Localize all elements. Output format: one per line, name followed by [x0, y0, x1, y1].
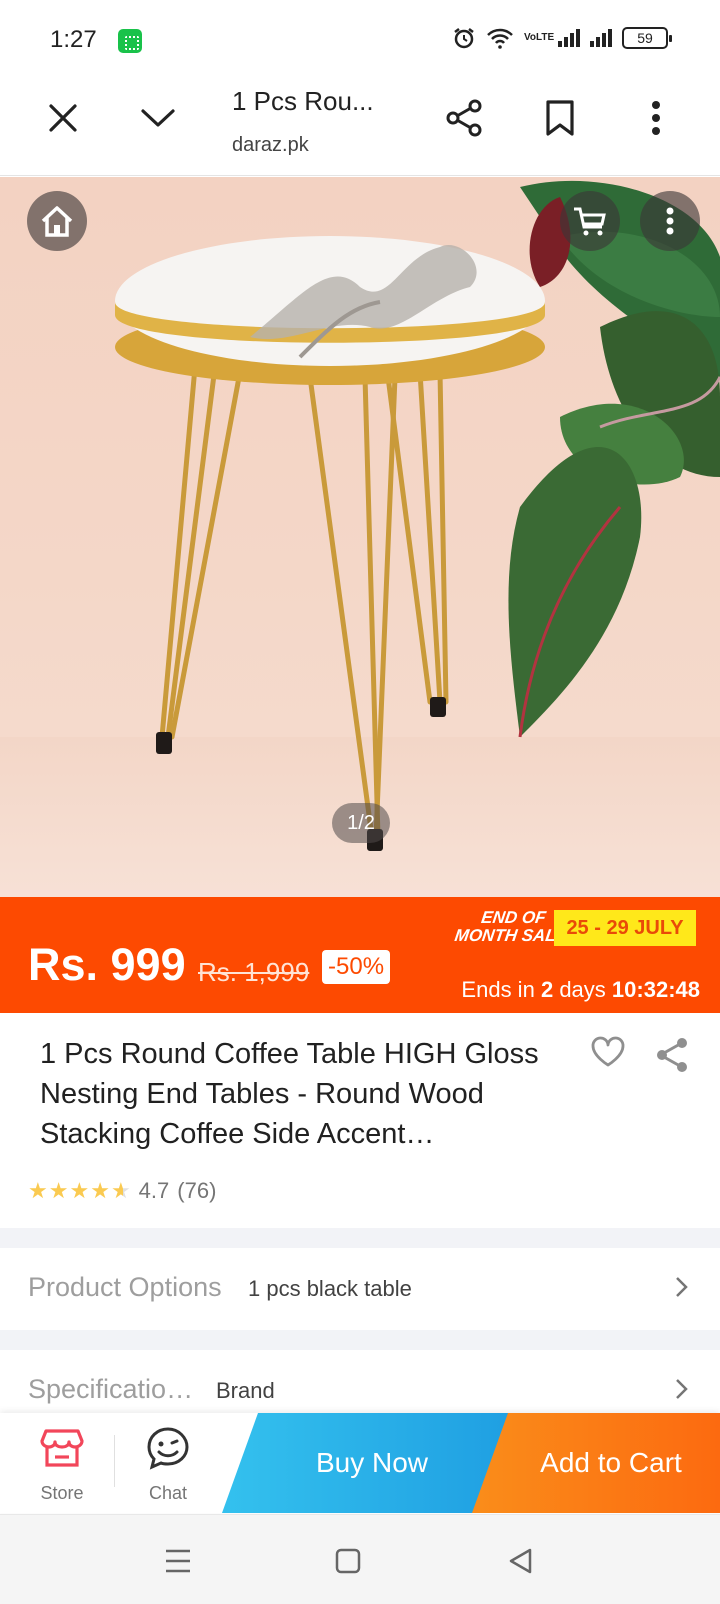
product-photo — [115, 180, 720, 851]
product-rating[interactable]: ★ ★ ★ ★ ★ 4.7 (76) — [28, 1178, 216, 1204]
cart-button[interactable] — [560, 191, 620, 251]
store-icon — [40, 1429, 84, 1467]
product-share-button[interactable] — [654, 1036, 690, 1079]
signal-2-icon — [590, 29, 612, 47]
chevron-right-icon — [674, 1376, 690, 1407]
add-to-cart-button[interactable]: Add to Cart — [472, 1413, 720, 1513]
status-bar: 1:27 VoLTE 59 — [0, 0, 720, 80]
battery-level: 59 — [637, 30, 653, 46]
share-button[interactable] — [436, 90, 492, 146]
share-icon — [657, 1038, 687, 1072]
buy-now-button[interactable]: Buy Now — [222, 1413, 512, 1513]
price-banner: END OF MONTH SALE 25 - 29 JULY Rs. 999 R… — [0, 897, 720, 1013]
square-icon — [335, 1548, 361, 1574]
bookmark-icon — [546, 100, 574, 136]
leg-feet — [156, 697, 446, 851]
cart-icon — [574, 207, 606, 236]
volte-icon: VoLTE — [524, 32, 555, 43]
specifications-value: Brand — [216, 1378, 275, 1403]
review-count: (76) — [177, 1178, 217, 1203]
share-icon — [446, 99, 482, 137]
plant-leaves — [508, 180, 720, 738]
more-vertical-icon — [652, 101, 660, 135]
product-title: 1 Pcs Round Coffee Table HIGH Gloss Nest… — [40, 1038, 539, 1150]
product-options-row[interactable]: Product Options 1 pcs black table — [0, 1248, 720, 1330]
chat-label: Chat — [148, 1483, 188, 1503]
rating-score: 4.7 — [138, 1178, 170, 1203]
specifications-label: Specificatio… — [28, 1374, 194, 1404]
image-pager: 1/2 — [332, 803, 390, 843]
page-title: 1 Pcs Rou... — [232, 86, 374, 116]
minimize-button[interactable] — [130, 90, 186, 146]
section-divider — [0, 1228, 720, 1248]
current-price: Rs. 999 — [28, 939, 186, 990]
status-time: 1:27 — [50, 26, 97, 53]
image-more-button[interactable] — [640, 191, 700, 251]
page-url: daraz.pk — [232, 134, 309, 156]
chevron-down-icon — [141, 109, 175, 127]
chevron-right-icon — [674, 1274, 690, 1305]
close-icon — [49, 104, 77, 132]
app-notification-icon — [118, 29, 142, 53]
star-icon: ★ — [28, 1178, 48, 1203]
product-actions — [590, 1036, 690, 1079]
chat-button[interactable]: Chat — [120, 1413, 216, 1513]
more-vertical-icon — [666, 207, 674, 235]
back-triangle-icon — [509, 1548, 532, 1574]
countdown-days: 2 — [540, 977, 554, 1002]
store-button[interactable]: Store — [14, 1413, 110, 1513]
wifi-icon — [487, 28, 513, 49]
chat-icon — [147, 1427, 189, 1470]
table-legs — [159, 364, 449, 840]
product-options-label: Product Options — [28, 1272, 222, 1302]
back-nav-button[interactable] — [496, 1537, 544, 1585]
star-icon: ★ — [48, 1178, 69, 1203]
campaign-line-2: MONTH SALE — [453, 926, 569, 945]
status-icons: VoLTE 59 — [452, 26, 672, 50]
rating-stars: ★ ★ ★ ★ ★ — [28, 1180, 131, 1202]
more-button[interactable] — [628, 90, 684, 146]
countdown-days-label: days — [559, 977, 606, 1002]
sale-countdown: Ends in 2 days 10:32:48 — [461, 977, 700, 1003]
action-divider — [114, 1435, 115, 1487]
campaign-dates: 25 - 29 JULY — [554, 910, 696, 946]
original-price: Rs. 1,999 — [198, 957, 310, 987]
countdown-time: 10:32:48 — [611, 977, 700, 1002]
alarm-icon — [454, 28, 474, 49]
product-options-value: 1 pcs black table — [248, 1276, 412, 1301]
discount-badge: -50% — [322, 950, 391, 984]
system-nav-bar — [0, 1514, 720, 1604]
wishlist-button[interactable] — [590, 1036, 626, 1079]
star-icon: ★ — [69, 1178, 90, 1203]
signal-1-icon — [558, 29, 580, 47]
product-image-gallery[interactable]: 1/2 — [0, 177, 720, 897]
close-button[interactable] — [35, 90, 91, 146]
home-button[interactable] — [27, 191, 87, 251]
section-divider — [0, 1330, 720, 1350]
countdown-prefix: Ends in — [461, 977, 535, 1002]
star-icon: ★ — [90, 1178, 110, 1203]
store-label: Store — [40, 1483, 84, 1503]
star-half-icon: ★ — [110, 1178, 131, 1203]
recent-apps-button[interactable] — [154, 1537, 202, 1585]
heart-icon — [591, 1036, 625, 1067]
menu-icon — [166, 1549, 190, 1573]
bookmark-button[interactable] — [532, 90, 588, 146]
home-icon — [41, 206, 73, 237]
battery-icon: 59 — [622, 27, 672, 49]
purchase-action-bar: Store Chat Buy Now Add to Cart — [0, 1413, 720, 1513]
home-nav-button[interactable] — [324, 1537, 372, 1585]
browser-toolbar: 1 Pcs Rou... daraz.pk — [0, 80, 720, 176]
